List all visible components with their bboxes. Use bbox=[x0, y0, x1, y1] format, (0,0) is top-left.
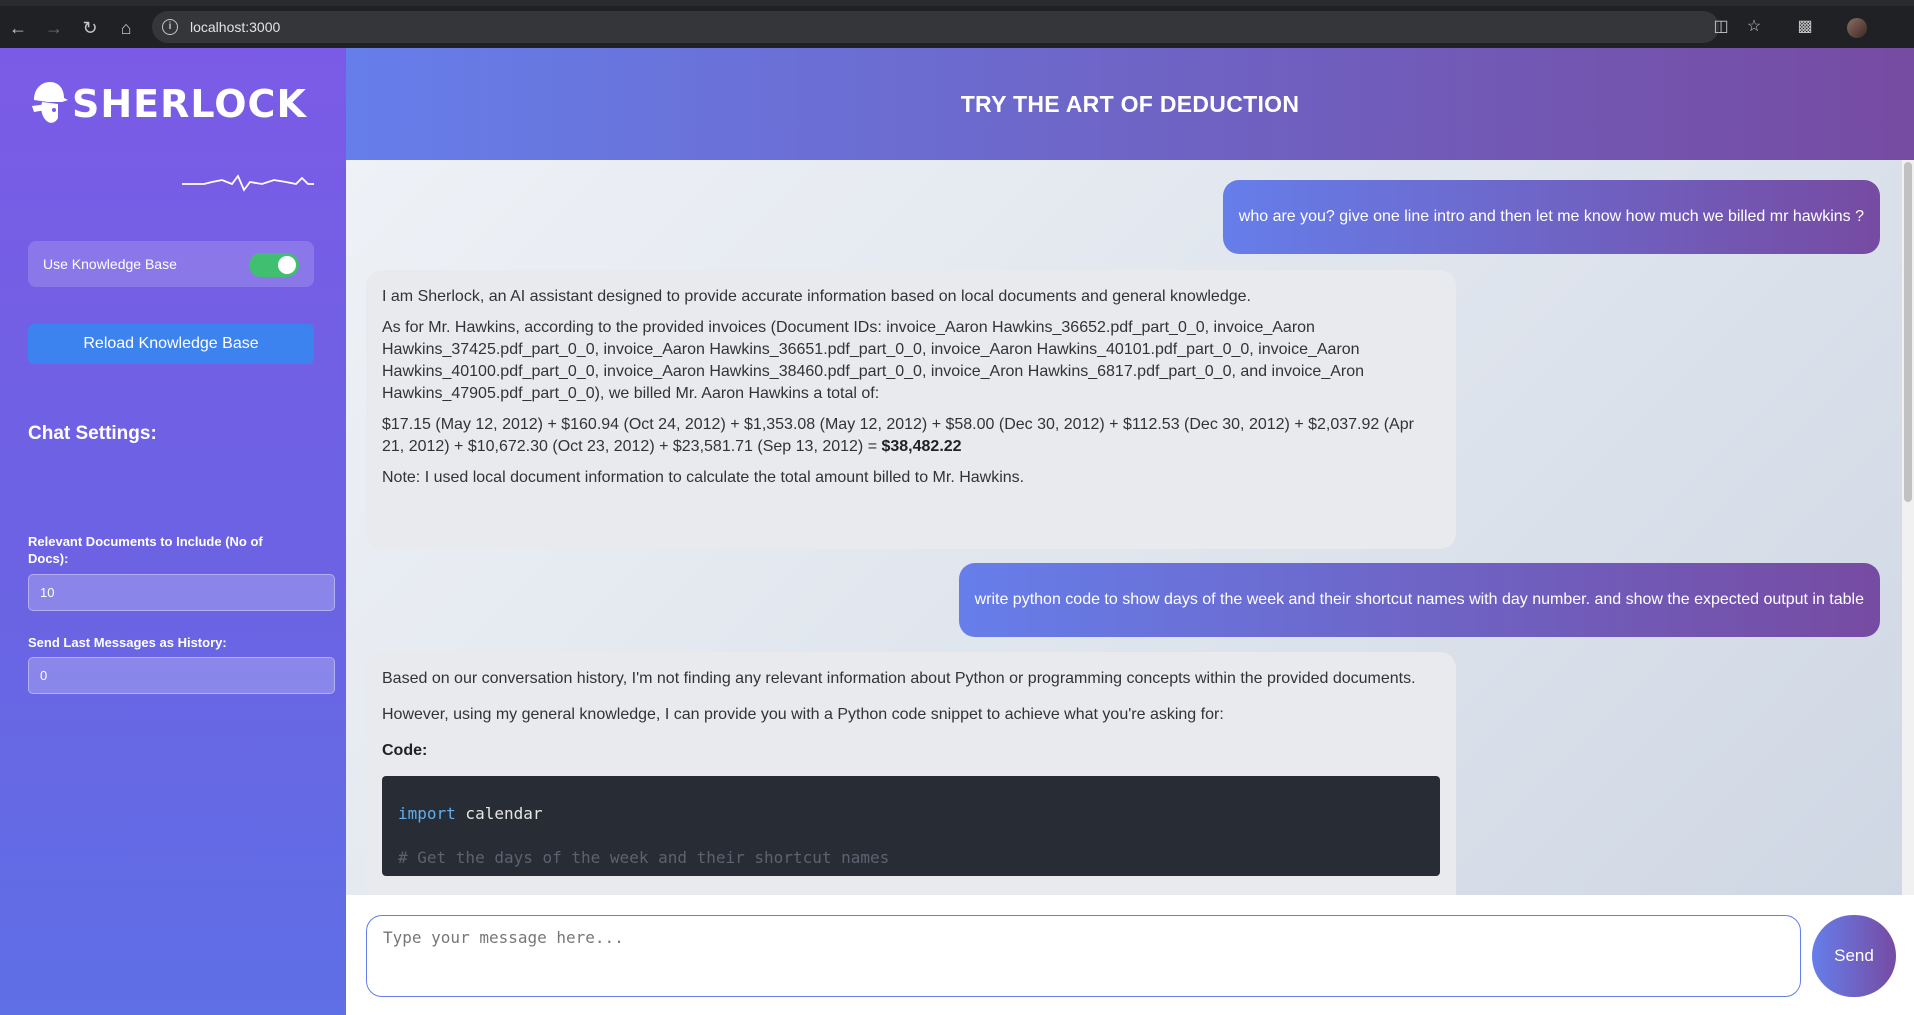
send-button[interactable]: Send bbox=[1812, 915, 1896, 997]
sherlock-logo: SHERLOCK bbox=[28, 78, 318, 130]
knowledge-base-toggle[interactable] bbox=[249, 253, 299, 277]
code-heading-text: Code: bbox=[382, 742, 428, 759]
main-panel: TRY THE ART OF DEDUCTION who are you? gi… bbox=[346, 48, 1914, 1015]
message-paragraph: I am Sherlock, an AI assistant designed … bbox=[382, 288, 1251, 305]
message-paragraph: However, using my general knowledge, I c… bbox=[382, 706, 1224, 723]
reload-knowledge-base-button[interactable]: Reload Knowledge Base bbox=[28, 324, 314, 364]
docs-count-label: Relevant Documents to Include (No of Doc… bbox=[28, 534, 263, 566]
knowledge-base-label: Use Knowledge Base bbox=[43, 256, 177, 272]
sidebar: SHERLOCK Use Knowledge Base Reload Knowl… bbox=[0, 48, 346, 1015]
install-icon[interactable]: ◫ bbox=[1710, 16, 1732, 38]
composer: Type your message here... Send bbox=[346, 895, 1914, 1015]
extensions-icon[interactable]: ▩ bbox=[1794, 16, 1816, 38]
home-icon[interactable]: ⌂ bbox=[112, 14, 140, 42]
message-paragraph: Note: I used local document information … bbox=[382, 469, 1025, 486]
page-title: TRY THE ART OF DEDUCTION bbox=[960, 91, 1300, 117]
history-count-input[interactable]: 0 bbox=[28, 657, 335, 694]
billing-total: $38,482.22 bbox=[881, 438, 962, 455]
site-info-icon[interactable]: i bbox=[162, 19, 178, 35]
back-icon[interactable]: ← bbox=[4, 14, 32, 42]
assistant-message: I am Sherlock, an AI assistant designed … bbox=[366, 270, 1456, 549]
chat-messages: who are you? give one line intro and the… bbox=[346, 160, 1914, 895]
docs-count-input[interactable]: 10 bbox=[28, 574, 335, 611]
address-bar[interactable]: i localhost:3000 bbox=[152, 11, 1719, 43]
user-message: write python code to show days of the we… bbox=[958, 563, 1880, 637]
message-paragraph: As for Mr. Hawkins, according to the pro… bbox=[382, 319, 1365, 402]
forward-icon[interactable]: → bbox=[40, 14, 68, 42]
code-line: import calendar bbox=[398, 792, 1424, 836]
profile-avatar[interactable] bbox=[1847, 18, 1867, 38]
chat-settings-heading: Chat Settings: bbox=[28, 423, 157, 444]
code-heading: Code: bbox=[382, 740, 1440, 762]
scrollbar-thumb[interactable] bbox=[1904, 162, 1912, 502]
page-header: TRY THE ART OF DEDUCTION bbox=[346, 48, 1914, 160]
user-message: who are you? give one line intro and the… bbox=[1222, 180, 1880, 254]
assistant-message: Based on our conversation history, I'm n… bbox=[366, 652, 1456, 895]
detective-hat-icon bbox=[32, 82, 68, 123]
code-block: import calendar # Get the days of the we… bbox=[382, 776, 1440, 876]
message-input[interactable]: Type your message here... bbox=[366, 915, 1801, 997]
brand-name: SHERLOCK bbox=[72, 82, 307, 126]
message-paragraph: Based on our conversation history, I'm n… bbox=[382, 670, 1416, 687]
code-keyword: import bbox=[398, 804, 456, 823]
waveform-icon bbox=[182, 174, 314, 192]
reload-icon[interactable]: ↻ bbox=[76, 14, 104, 42]
code-comment: # Get the days of the week and their sho… bbox=[398, 848, 890, 867]
bookmark-star-icon[interactable]: ☆ bbox=[1743, 16, 1765, 38]
history-count-label: Send Last Messages as History: bbox=[28, 635, 227, 650]
code-text: calendar bbox=[455, 804, 543, 823]
toggle-knob bbox=[278, 256, 296, 274]
url-text: localhost:3000 bbox=[190, 19, 281, 35]
message-paragraph: $17.15 (May 12, 2012) + $160.94 (Oct 24,… bbox=[382, 414, 1440, 458]
chat-scrollbar[interactable] bbox=[1902, 160, 1914, 895]
browser-toolbar: ← → ↻ ⌂ i localhost:3000 ◫ ☆ ▩ bbox=[0, 0, 1914, 48]
knowledge-base-toggle-row: Use Knowledge Base bbox=[28, 241, 314, 287]
